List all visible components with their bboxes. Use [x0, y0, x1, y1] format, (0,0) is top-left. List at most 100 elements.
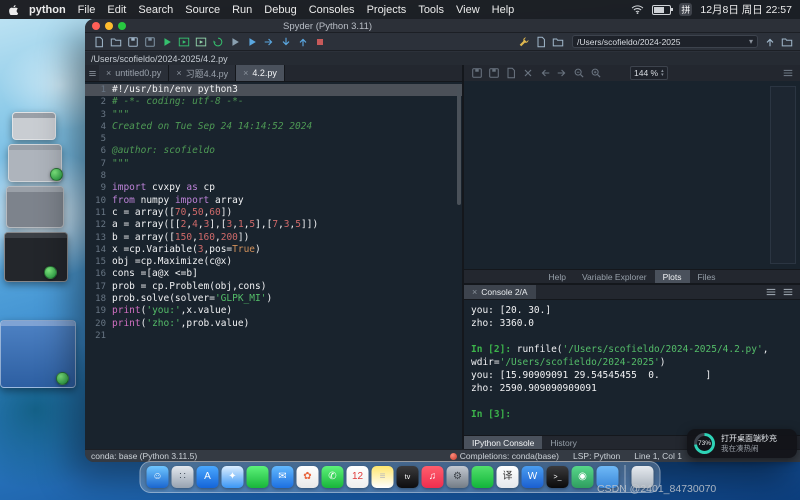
- tools-button[interactable]: [515, 35, 532, 49]
- run-cell-button[interactable]: [175, 35, 192, 49]
- save-plot-button[interactable]: [468, 66, 485, 80]
- code-line[interactable]: 14x =cp.Variable(3,pos=True): [85, 244, 462, 256]
- menubar-item-projects[interactable]: Projects: [367, 4, 407, 16]
- browse-dir-button[interactable]: [778, 35, 795, 49]
- close-console-icon[interactable]: ×: [472, 287, 477, 297]
- dock-calendar-icon[interactable]: 12: [347, 466, 369, 488]
- layout-button[interactable]: [532, 35, 549, 49]
- working-directory-combo[interactable]: /Users/scofieldo/2024-2025 ▾: [572, 35, 758, 48]
- code-line[interactable]: 21: [85, 330, 462, 342]
- menubar-item-run[interactable]: Run: [232, 4, 252, 16]
- dock-launchpad-icon[interactable]: ∷: [172, 466, 194, 488]
- code-line[interactable]: 1#!/usr/bin/env python3: [85, 84, 462, 96]
- code-line[interactable]: 9import cvxpy as cp: [85, 182, 462, 194]
- code-line[interactable]: 2# -*- coding: utf-8 -*-: [85, 96, 462, 108]
- dock-facetime-icon[interactable]: ✆: [322, 466, 344, 488]
- close-window-button[interactable]: [92, 22, 100, 30]
- code-line[interactable]: 11c = array([70,50,60]): [85, 207, 462, 219]
- code-line[interactable]: 10from numpy import array: [85, 195, 462, 207]
- close-tab-icon[interactable]: ×: [243, 68, 248, 78]
- copy-plot-button[interactable]: [502, 66, 519, 80]
- dock-tv-icon[interactable]: tv: [397, 466, 419, 488]
- desktop-window-thumbnail[interactable]: [4, 232, 68, 282]
- stop-button[interactable]: [311, 35, 328, 49]
- dock-safari-icon[interactable]: ✦: [222, 466, 244, 488]
- dock-finder-icon[interactable]: ☺: [147, 466, 169, 488]
- plots-canvas[interactable]: [464, 81, 800, 270]
- open-file-button[interactable]: [107, 35, 124, 49]
- editor-tab-4.2.py[interactable]: ×4.2.py: [236, 65, 285, 81]
- dock-wechat-icon[interactable]: [472, 466, 494, 488]
- remove-plot-button[interactable]: [519, 66, 536, 80]
- step-into-button[interactable]: [277, 35, 294, 49]
- dock-mail-icon[interactable]: ✉: [272, 466, 294, 488]
- console-options-button[interactable]: [779, 285, 796, 299]
- code-line[interactable]: 4Created on Tue Sep 24 14:14:52 2024: [85, 121, 462, 133]
- menubar-item-source[interactable]: Source: [185, 4, 220, 16]
- battery-icon[interactable]: [652, 5, 671, 15]
- desktop-window-thumbnail[interactable]: [12, 112, 56, 140]
- save-all-button[interactable]: [141, 35, 158, 49]
- code-line[interactable]: 20print('zho:',prob.value): [85, 318, 462, 330]
- zoom-control[interactable]: 144 % ▴▾: [630, 66, 668, 80]
- editor-scrollbar[interactable]: [457, 85, 461, 205]
- menubar-item-tools[interactable]: Tools: [418, 4, 444, 16]
- editor-tab-untitled0.py[interactable]: ×untitled0.py: [99, 65, 169, 81]
- dock-notes-icon[interactable]: ≡: [372, 466, 394, 488]
- close-tab-icon[interactable]: ×: [106, 68, 111, 78]
- window-titlebar[interactable]: Spyder (Python 3.11): [85, 19, 800, 33]
- code-editor[interactable]: 1#!/usr/bin/env python32# -*- coding: ut…: [85, 81, 462, 449]
- dock-translate-icon[interactable]: 译: [497, 466, 519, 488]
- battery-widget[interactable]: 73% 打开桌面端秒充 我在凑热闹: [687, 429, 797, 458]
- zoom-out-button[interactable]: [570, 66, 587, 80]
- lsp-status[interactable]: LSP: Python: [573, 451, 620, 461]
- apple-menu-icon[interactable]: [8, 4, 19, 15]
- code-line[interactable]: 16cons =[a@x <=b]: [85, 268, 462, 280]
- menubar-clock[interactable]: 12月8日 周日 22:57: [700, 2, 792, 17]
- code-line[interactable]: 13b = array([150,160,200]): [85, 232, 462, 244]
- step-over-button[interactable]: [260, 35, 277, 49]
- menubar-item-search[interactable]: Search: [138, 4, 173, 16]
- rerun-cell-button[interactable]: [209, 35, 226, 49]
- code-line[interactable]: 8: [85, 170, 462, 182]
- open-dir-button[interactable]: [549, 35, 566, 49]
- menubar-item-consoles[interactable]: Consoles: [309, 4, 355, 16]
- run-selection-button[interactable]: [226, 35, 243, 49]
- code-line[interactable]: 18prob.solve(solver='GLPK_MI'): [85, 293, 462, 305]
- wifi-icon[interactable]: [631, 5, 644, 14]
- maximize-window-button[interactable]: [118, 22, 126, 30]
- plots-thumbnail-strip[interactable]: [770, 86, 796, 264]
- parent-dir-button[interactable]: [761, 35, 778, 49]
- desktop-window-thumbnail[interactable]: [6, 186, 64, 228]
- menubar-item-view[interactable]: View: [456, 4, 480, 16]
- bottom-tab-ipython-console[interactable]: IPython Console: [464, 436, 542, 449]
- menubar-item-help[interactable]: Help: [492, 4, 515, 16]
- step-out-button[interactable]: [294, 35, 311, 49]
- menubar-app-name[interactable]: python: [29, 4, 66, 16]
- code-line[interactable]: 17prob = cp.Problem(obj,cons): [85, 281, 462, 293]
- code-line[interactable]: 12a = array([[2,4,3],[3,1,5],[7,3,5]]): [85, 219, 462, 231]
- pane-options-icon[interactable]: [779, 66, 796, 80]
- dock-settings-icon[interactable]: ⚙: [447, 466, 469, 488]
- dock-terminal-icon[interactable]: >_: [547, 466, 569, 488]
- menubar-item-edit[interactable]: Edit: [107, 4, 126, 16]
- code-line[interactable]: 6@author: scofieldo: [85, 145, 462, 157]
- browse-tabs-icon[interactable]: [85, 65, 99, 81]
- pane-tab-plots[interactable]: Plots: [655, 270, 690, 283]
- code-line[interactable]: 15obj =cp.Maximize(c@x): [85, 256, 462, 268]
- run-button[interactable]: [158, 35, 175, 49]
- console-output[interactable]: you: [20. 30.]zho: 3360.0In [2]: runfile…: [464, 299, 800, 436]
- run-cell-advance-button[interactable]: [192, 35, 209, 49]
- close-tab-icon[interactable]: ×: [176, 68, 181, 78]
- dock-photos-icon[interactable]: ✿: [297, 466, 319, 488]
- previous-plot-button[interactable]: [536, 66, 553, 80]
- debug-button[interactable]: [243, 35, 260, 49]
- save-button[interactable]: [124, 35, 141, 49]
- zoom-in-button[interactable]: [587, 66, 604, 80]
- next-plot-button[interactable]: [553, 66, 570, 80]
- pane-tab-help[interactable]: Help: [541, 270, 574, 283]
- pane-tab-variable-explorer[interactable]: Variable Explorer: [574, 270, 655, 283]
- minimize-window-button[interactable]: [105, 22, 113, 30]
- zoom-spinner-icons[interactable]: ▴▾: [661, 69, 664, 77]
- code-line[interactable]: 19print('you:',x.value): [85, 305, 462, 317]
